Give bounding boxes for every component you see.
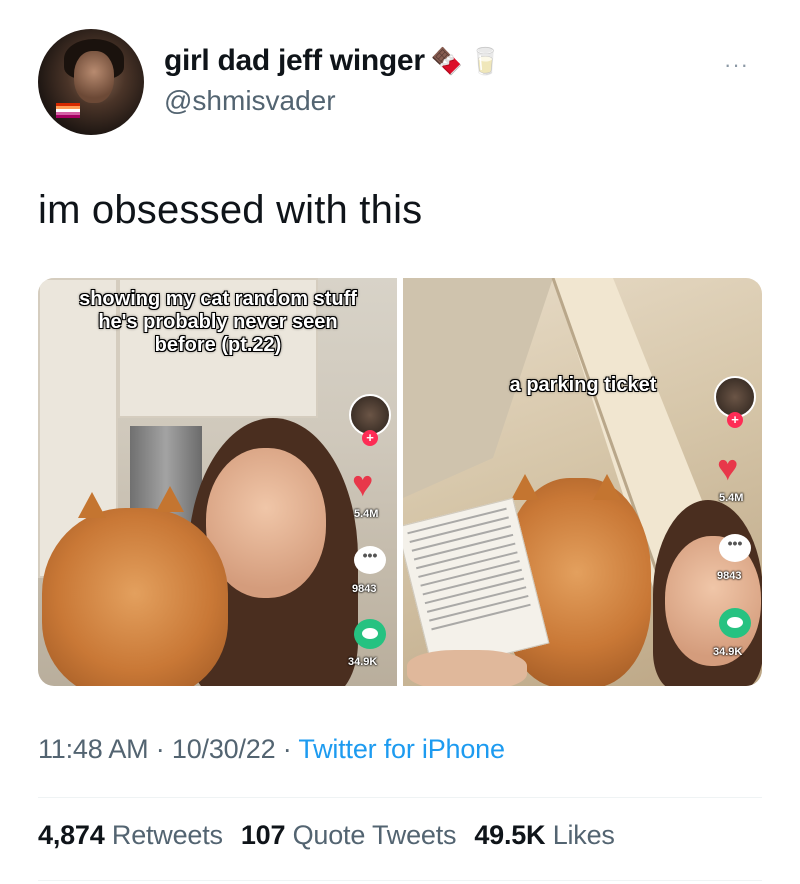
divider bbox=[38, 880, 762, 881]
video-caption: showing my cat random stuff he's probabl… bbox=[79, 288, 357, 356]
like-count: 5.4M bbox=[719, 492, 744, 504]
retweets-count: 4,874 bbox=[38, 820, 105, 850]
cat-ear bbox=[156, 486, 184, 512]
cat-ear bbox=[593, 474, 621, 500]
retweets-stat[interactable]: 4,874 Retweets bbox=[38, 820, 223, 851]
video-caption: a parking ticket bbox=[509, 374, 657, 396]
comment-icon[interactable]: ••• bbox=[354, 546, 386, 574]
author-handle[interactable]: @shmisvader bbox=[164, 85, 336, 117]
pride-flag-icon bbox=[56, 103, 80, 121]
comment-count: 9843 bbox=[352, 583, 377, 595]
tweet-source[interactable]: Twitter for iPhone bbox=[298, 734, 505, 764]
tweet-text: im obsessed with this bbox=[38, 188, 423, 232]
orange-cat bbox=[42, 508, 228, 686]
hand bbox=[407, 650, 527, 686]
comment-count: 9843 bbox=[717, 570, 742, 582]
likes-stat[interactable]: 49.5K Likes bbox=[474, 820, 615, 851]
tweet-media[interactable]: showing my cat random stuff he's probabl… bbox=[38, 278, 762, 686]
like-heart-icon[interactable]: ♥ bbox=[352, 466, 373, 502]
chocolate-emoji-icon: 🍫 bbox=[430, 45, 464, 76]
media-image-left[interactable]: showing my cat random stuff he's probabl… bbox=[38, 278, 397, 686]
media-image-right[interactable]: a parking ticket + ♥ 5.4M ••• 9843 34.9K bbox=[403, 278, 762, 686]
cat-ear bbox=[78, 492, 106, 518]
meta-separator: · bbox=[282, 734, 299, 764]
likes-count: 49.5K bbox=[474, 820, 546, 850]
like-count: 5.4M bbox=[354, 508, 379, 520]
tweet-time[interactable]: 11:48 AM bbox=[38, 734, 149, 764]
share-icon[interactable] bbox=[354, 619, 386, 649]
like-heart-icon[interactable]: ♥ bbox=[717, 450, 738, 486]
quote-tweets-stat[interactable]: 107 Quote Tweets bbox=[240, 820, 457, 851]
follow-plus-icon[interactable]: + bbox=[727, 412, 743, 428]
share-icon[interactable] bbox=[719, 608, 751, 638]
retweets-label: Retweets bbox=[111, 820, 223, 850]
quotes-count: 107 bbox=[240, 820, 286, 850]
more-options-icon[interactable]: ··· bbox=[724, 52, 749, 78]
author-avatar[interactable] bbox=[38, 29, 144, 135]
share-count: 34.9K bbox=[713, 646, 743, 658]
comment-icon[interactable]: ••• bbox=[719, 534, 751, 562]
meta-separator: · bbox=[155, 734, 172, 764]
follow-plus-icon[interactable]: + bbox=[362, 430, 378, 446]
avatar-face bbox=[74, 51, 114, 103]
likes-label: Likes bbox=[552, 820, 615, 850]
tweet-date[interactable]: 10/30/22 bbox=[172, 734, 276, 764]
milk-emoji-icon: 🥛 bbox=[469, 45, 502, 76]
cat-ear bbox=[511, 474, 539, 500]
divider bbox=[38, 797, 762, 798]
tweet-meta: 11:48 AM · 10/30/22 · Twitter for iPhone bbox=[38, 734, 505, 765]
author-display-name[interactable]: girl dad jeff winger bbox=[164, 44, 425, 78]
author-name-row[interactable]: girl dad jeff winger 🍫 🥛 bbox=[164, 44, 501, 78]
engagement-stats: 4,874 Retweets 107 Quote Tweets 49.5K Li… bbox=[38, 820, 615, 851]
share-count: 34.9K bbox=[348, 656, 378, 668]
quotes-label: Quote Tweets bbox=[292, 820, 457, 850]
